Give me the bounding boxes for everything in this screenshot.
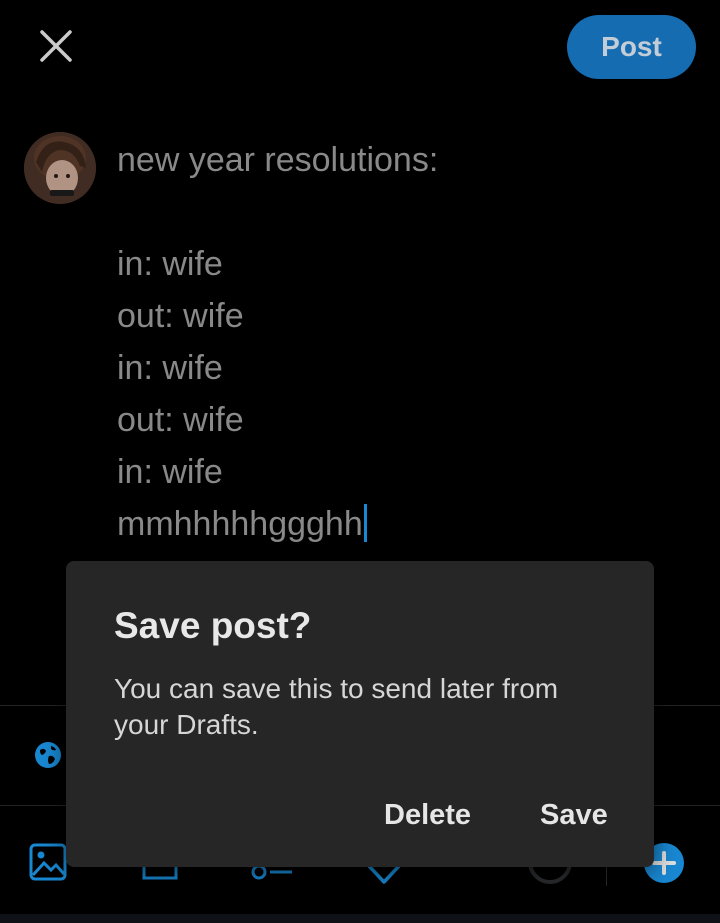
delete-button[interactable]: Delete (384, 799, 471, 832)
save-button[interactable]: Save (540, 799, 608, 832)
save-post-dialog: Save post? You can save this to send lat… (66, 561, 654, 867)
dialog-message: You can save this to send later from you… (114, 673, 559, 740)
dialog-title: Save post? (114, 605, 312, 646)
